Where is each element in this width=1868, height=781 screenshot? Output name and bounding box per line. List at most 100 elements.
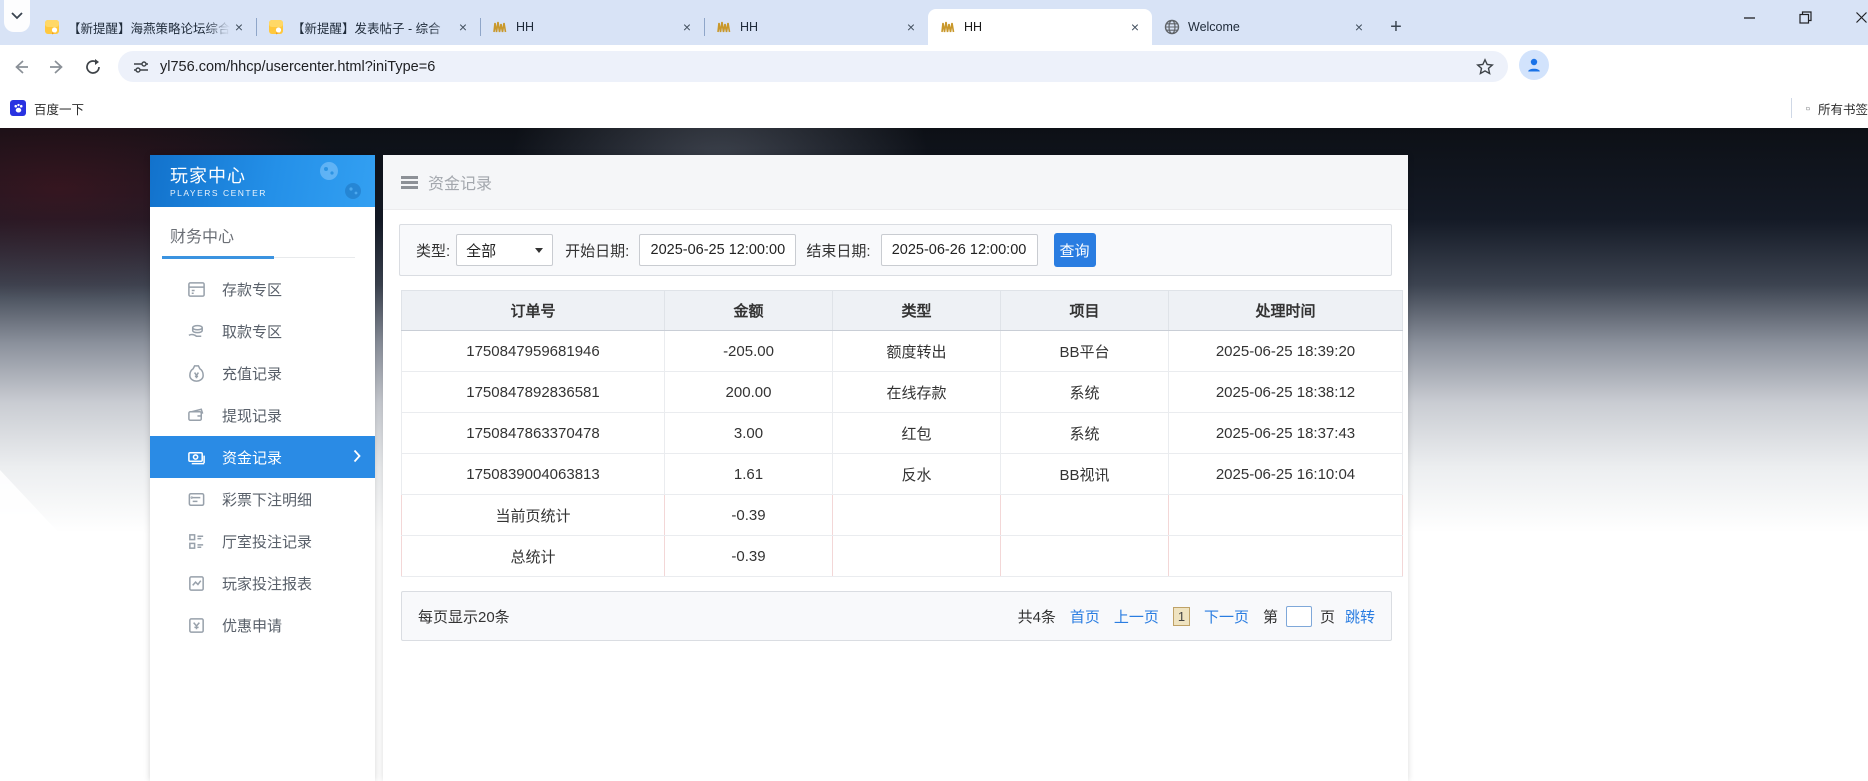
sidebar-item-lottery-detail[interactable]: 彩票下注明细 [150, 478, 375, 520]
tab-title: 【新提醒】海燕策略论坛综合 [68, 18, 230, 37]
tab-close-button[interactable]: × [1350, 18, 1368, 36]
lottery-detail-icon [186, 489, 206, 509]
total-count-text: 共4条 [1018, 606, 1056, 627]
minimize-button[interactable] [1736, 4, 1762, 30]
reload-icon [84, 58, 102, 76]
sidebar-item-player-report[interactable]: 玩家投注报表 [150, 562, 375, 604]
sidebar-item-recharge-record[interactable]: 充值记录 [150, 352, 375, 394]
sidebar-header: 玩家中心 PLAYERS CENTER [150, 155, 375, 207]
tab-close-button[interactable]: × [902, 18, 920, 36]
end-date-input[interactable] [881, 234, 1038, 266]
sidebar-item-hall-bet[interactable]: 厅室投注记录 [150, 520, 375, 562]
table-row: 1750847892836581200.00在线存款系统2025-06-25 1… [402, 372, 1403, 413]
recharge-record-icon [186, 363, 206, 383]
page-title: 资金记录 [428, 170, 492, 194]
type-label: 类型: [416, 240, 450, 261]
url-text[interactable]: yl756.com/hhcp/usercenter.html?iniType=6 [160, 59, 1474, 75]
browser-tab[interactable]: HH × [928, 9, 1152, 45]
forum-icon [268, 19, 284, 35]
table-row: 1750847959681946-205.00额度转出BB平台2025-06-2… [402, 331, 1403, 372]
sidebar-item-funds-record[interactable]: 资金记录 [150, 436, 375, 478]
bookmark-star-button[interactable] [1474, 56, 1496, 78]
table-cell: 额度转出 [833, 331, 1001, 372]
jump-suffix-label: 页 [1320, 606, 1335, 627]
tab-close-button[interactable]: × [1126, 18, 1144, 36]
sidebar-item-promo-apply[interactable]: 优惠申请 [150, 604, 375, 646]
bookmarks-bar: 百度一下 所有书签 [0, 88, 1868, 128]
sidebar-item-label: 充值记录 [222, 363, 282, 384]
all-bookmarks-button[interactable]: 所有书签 [1806, 99, 1868, 118]
browser-tab[interactable]: HH × [480, 9, 704, 45]
table-header-row: 订单号金额类型项目处理时间 [402, 291, 1403, 331]
bookmark-baidu[interactable]: 百度一下 [0, 94, 94, 122]
column-header: 处理时间 [1169, 291, 1403, 331]
tab-close-button[interactable]: × [678, 18, 696, 36]
next-page-link[interactable]: 下一页 [1204, 606, 1249, 627]
sidebar-item-label: 资金记录 [222, 447, 282, 468]
sidebar-item-label: 彩票下注明细 [222, 489, 312, 510]
jump-button[interactable]: 跳转 [1345, 606, 1375, 627]
sidebar-item-label: 提现记录 [222, 405, 282, 426]
maximize-button[interactable] [1792, 4, 1818, 30]
table-cell: 2025-06-25 16:10:04 [1169, 454, 1403, 495]
table-cell: 200.00 [665, 372, 833, 413]
jump-page-input[interactable] [1286, 606, 1312, 627]
chevron-right-icon [353, 449, 361, 467]
sidebar-item-withdraw[interactable]: 取款专区 [150, 310, 375, 352]
tabs-row: 【新提醒】海燕策略论坛综合 × 【新提醒】发表帖子 - 综合 × HH × HH… [32, 0, 1376, 45]
back-arrow-icon [12, 58, 30, 76]
address-bar[interactable]: yl756.com/hhcp/usercenter.html?iniType=6 [118, 51, 1508, 82]
cashout-record-icon [186, 405, 206, 425]
column-header: 金额 [665, 291, 833, 331]
sidebar-item-deposit[interactable]: 存款专区 [150, 268, 375, 310]
menu-toggle-icon[interactable] [401, 176, 418, 189]
forward-button[interactable] [42, 52, 72, 82]
tab-close-button[interactable]: × [230, 18, 248, 36]
browser-toolbar: yl756.com/hhcp/usercenter.html?iniType=6 [0, 45, 1868, 88]
tab-title: 【新提醒】发表帖子 - 综合 [292, 18, 454, 37]
browser-tab[interactable]: 【新提醒】发表帖子 - 综合 × [256, 9, 480, 45]
forum-icon [44, 19, 60, 35]
type-select[interactable]: 全部 [456, 234, 553, 266]
gamepad-decoration-icon [315, 161, 367, 206]
table-cell [1001, 495, 1169, 536]
table-cell: 1750839004063813 [402, 454, 665, 495]
restore-icon [1799, 11, 1812, 24]
new-tab-button[interactable]: + [1382, 13, 1410, 41]
background-wedge [0, 470, 150, 630]
reload-button[interactable] [78, 52, 108, 82]
table-cell: 3.00 [665, 413, 833, 454]
table-row: 17508478633704783.00红包系统2025-06-25 18:37… [402, 413, 1403, 454]
table-cell: 红包 [833, 413, 1001, 454]
sidebar-item-label: 优惠申请 [222, 615, 282, 636]
baidu-favicon-icon [10, 100, 26, 116]
sidebar-item-cashout-record[interactable]: 提现记录 [150, 394, 375, 436]
profile-avatar[interactable] [1519, 50, 1549, 80]
minimize-icon [1743, 11, 1756, 24]
table-cell: 当前页统计 [402, 495, 665, 536]
bookmark-label: 百度一下 [34, 99, 84, 118]
prev-page-link[interactable]: 上一页 [1114, 606, 1159, 627]
table-cell [1001, 536, 1169, 577]
close-window-button[interactable] [1848, 4, 1868, 30]
start-date-input[interactable] [639, 234, 796, 266]
withdraw-icon [186, 321, 206, 341]
site-info-icon[interactable] [130, 59, 152, 75]
first-page-link[interactable]: 首页 [1070, 606, 1100, 627]
query-button[interactable]: 查询 [1054, 233, 1096, 267]
chevron-down-icon [535, 248, 543, 253]
tab-search-button[interactable] [4, 0, 30, 32]
table-cell: BB视讯 [1001, 454, 1169, 495]
table-cell: 2025-06-25 18:39:20 [1169, 331, 1403, 372]
tab-title: Welcome [1188, 20, 1350, 34]
globe-icon [1164, 19, 1180, 35]
column-header: 类型 [833, 291, 1001, 331]
gold-scribble-icon [492, 19, 508, 35]
current-page-badge: 1 [1173, 607, 1190, 626]
browser-tab[interactable]: HH × [704, 9, 928, 45]
table-cell [833, 536, 1001, 577]
tab-close-button[interactable]: × [454, 18, 472, 36]
back-button[interactable] [6, 52, 36, 82]
browser-tab[interactable]: 【新提醒】海燕策略论坛综合 × [32, 9, 256, 45]
browser-tab[interactable]: Welcome × [1152, 9, 1376, 45]
